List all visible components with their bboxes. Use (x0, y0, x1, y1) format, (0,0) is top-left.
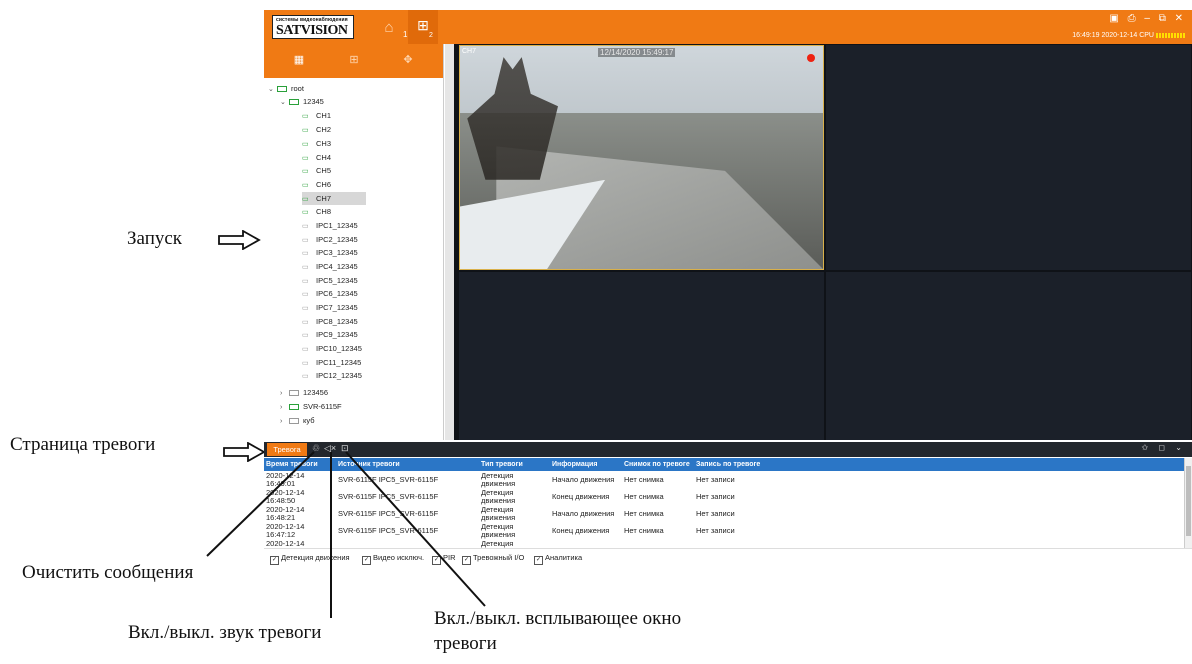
annotation-pointer-lines (206, 451, 486, 618)
